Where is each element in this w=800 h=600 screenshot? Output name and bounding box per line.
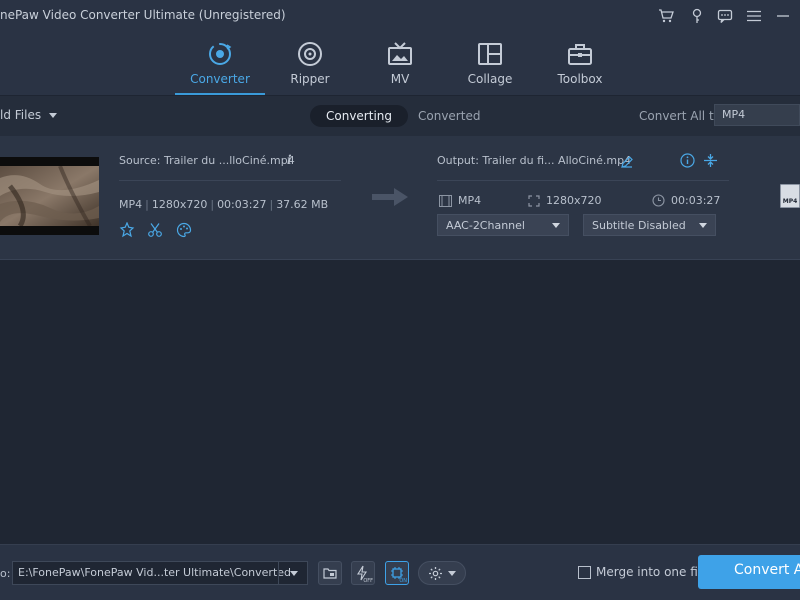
source-meta: MP4 | 1280x720 | 00:03:27 | 37.62 MB — [119, 198, 329, 211]
settings-button[interactable] — [418, 561, 466, 585]
clock-icon — [652, 194, 665, 207]
menu-icon[interactable] — [744, 6, 764, 26]
title-bar: nePaw Video Converter Ultimate (Unregist… — [0, 0, 800, 32]
gear-icon — [429, 566, 442, 580]
convert-all-format-select[interactable]: MP4 — [714, 104, 800, 126]
source-resolution: 1280x720 — [151, 198, 208, 211]
active-tab-indicator — [175, 93, 265, 95]
edit-icon[interactable] — [620, 154, 634, 173]
compress-icon[interactable] — [703, 153, 718, 172]
folder-icon — [323, 568, 337, 579]
key-icon[interactable] — [687, 6, 707, 26]
main-nav: Converter Ripper MV Collage Toolbox — [0, 32, 800, 96]
gpu-on-label: ON — [399, 578, 407, 584]
subtitle-value: Subtitle Disabled — [592, 219, 686, 232]
bottom-bar: o: E:\FonePaw\FonePaw Vid...ter Ultimate… — [0, 544, 800, 600]
output-resolution: 1280x720 — [528, 194, 602, 207]
palette-icon[interactable] — [176, 222, 192, 238]
add-files-label: ld Files — [0, 108, 42, 122]
audio-track-select[interactable]: AAC-2Channel — [437, 214, 569, 236]
tab-mv[interactable]: MV — [355, 40, 445, 96]
output-format-badge[interactable]: MP4 — [780, 184, 800, 208]
tab-converter[interactable]: Converter — [175, 40, 265, 96]
checkbox[interactable] — [578, 565, 591, 579]
merge-checkbox[interactable]: Merge into one file — [578, 565, 709, 579]
divider — [119, 180, 341, 181]
toolbox-icon — [535, 40, 625, 68]
output-file-name: Output: Trailer du fi... AlloCiné.mp4 — [437, 154, 632, 167]
minimize-icon[interactable] — [773, 6, 793, 26]
info-icon[interactable]: i — [287, 153, 292, 167]
open-folder-button[interactable] — [318, 561, 342, 585]
source-format: MP4 — [119, 198, 143, 211]
chevron-down-icon — [699, 223, 707, 228]
resize-icon — [528, 194, 540, 207]
cart-icon[interactable] — [656, 6, 676, 26]
info-circle-icon[interactable] — [680, 153, 695, 172]
output-duration: 00:03:27 — [652, 194, 720, 207]
merge-label: Merge into one file — [596, 565, 709, 579]
tab-label: Toolbox — [557, 72, 603, 86]
arrow-right-icon — [372, 186, 410, 212]
save-to-label: o: — [0, 567, 11, 580]
chat-icon[interactable] — [715, 6, 735, 26]
collage-icon — [445, 40, 535, 68]
mv-icon — [355, 40, 445, 68]
video-thumbnail[interactable] — [0, 157, 99, 235]
hardware-acceleration-button[interactable]: OFF — [351, 561, 375, 585]
ripper-icon — [265, 40, 355, 68]
source-duration: 00:03:27 — [217, 198, 267, 211]
tab-label: Ripper — [290, 72, 330, 86]
source-file-name: Source: Trailer du ...lloCiné.mp4 — [119, 154, 295, 167]
tab-ripper[interactable]: Ripper — [265, 40, 355, 96]
hw-off-label: OFF — [363, 578, 373, 584]
output-format-label: MP4 — [458, 194, 482, 207]
tab-collage[interactable]: Collage — [445, 40, 535, 96]
save-path-dropdown[interactable] — [278, 561, 308, 585]
badge-label: MP4 — [782, 198, 798, 205]
scissors-icon[interactable] — [147, 222, 163, 238]
converter-icon — [175, 40, 265, 68]
output-resolution-label: 1280x720 — [546, 194, 602, 207]
chevron-down-icon — [448, 570, 456, 576]
tab-toolbox[interactable]: Toolbox — [535, 40, 625, 96]
audio-track-value: AAC-2Channel — [446, 219, 525, 232]
divider — [437, 180, 729, 181]
enhance-icon[interactable] — [119, 221, 135, 238]
subtitle-select[interactable]: Subtitle Disabled — [583, 214, 716, 236]
output-format: MP4 — [439, 194, 481, 207]
tab-label: MV — [390, 72, 410, 86]
chevron-down-icon — [552, 223, 560, 228]
output-duration-label: 00:03:27 — [671, 194, 721, 207]
convert-all-button[interactable]: Convert All — [698, 555, 800, 589]
tab-label: Collage — [467, 72, 513, 86]
app-title: nePaw Video Converter Ultimate (Unregist… — [0, 8, 286, 22]
tab-converted[interactable]: Converted — [402, 105, 496, 127]
tab-converting[interactable]: Converting — [310, 105, 409, 127]
convert-all-label: Convert All to: — [639, 109, 726, 123]
save-path-field[interactable]: E:\FonePaw\FonePaw Vid...ter Ultimate\Co… — [12, 561, 308, 585]
add-files-button[interactable]: ld Files — [0, 108, 58, 122]
chevron-down-icon — [289, 570, 298, 576]
converter-toolbar: ld Files Converting Converted Convert Al… — [0, 96, 800, 136]
gpu-acceleration-button[interactable]: ON — [385, 561, 409, 585]
tab-label: Converter — [190, 72, 250, 86]
source-size: 37.62 MB — [276, 198, 329, 211]
film-icon — [439, 194, 452, 207]
file-list-item: Source: Trailer du ...lloCiné.mp4 i MP4 |… — [0, 136, 800, 260]
chevron-down-icon — [49, 112, 58, 118]
